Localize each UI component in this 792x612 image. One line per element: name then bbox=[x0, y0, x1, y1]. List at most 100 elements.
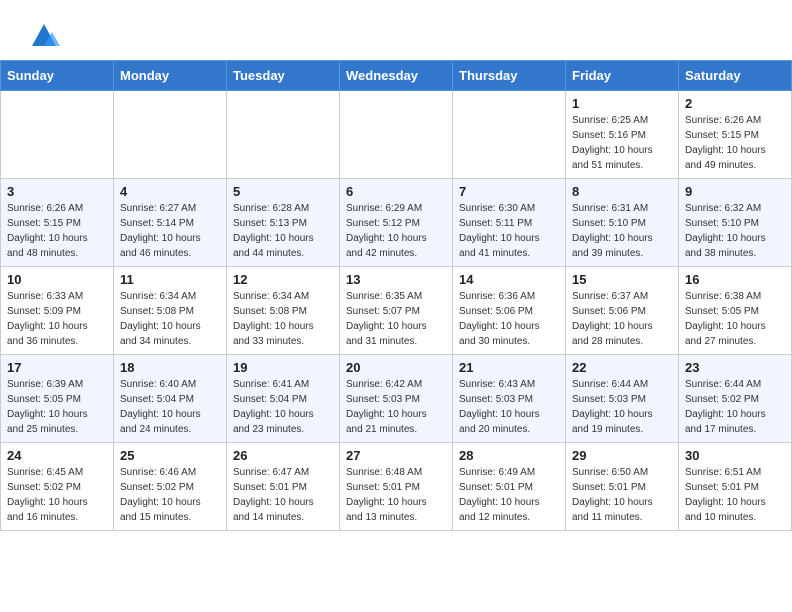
day-info: Sunrise: 6:49 AMSunset: 5:01 PMDaylight:… bbox=[459, 465, 559, 525]
calendar-week-3: 10 Sunrise: 6:33 AMSunset: 5:09 PMDayligh… bbox=[1, 267, 792, 355]
day-info: Sunrise: 6:40 AMSunset: 5:04 PMDaylight:… bbox=[120, 377, 220, 437]
day-number: 27 bbox=[346, 448, 446, 463]
calendar-cell: 13 Sunrise: 6:35 AMSunset: 5:07 PMDayligh… bbox=[340, 267, 453, 355]
calendar-cell: 8 Sunrise: 6:31 AMSunset: 5:10 PMDaylight… bbox=[566, 179, 679, 267]
day-number: 30 bbox=[685, 448, 785, 463]
day-info: Sunrise: 6:26 AMSunset: 5:15 PMDaylight:… bbox=[685, 113, 785, 173]
weekday-header-wednesday: Wednesday bbox=[340, 61, 453, 91]
day-info: Sunrise: 6:38 AMSunset: 5:05 PMDaylight:… bbox=[685, 289, 785, 349]
day-number: 1 bbox=[572, 96, 672, 111]
weekday-header-monday: Monday bbox=[114, 61, 227, 91]
calendar-cell: 24Sunrise: 6:45 AMSunset: 5:02 PMDayligh… bbox=[1, 443, 114, 531]
day-info: Sunrise: 6:35 AMSunset: 5:07 PMDaylight:… bbox=[346, 289, 446, 349]
calendar-cell: 16 Sunrise: 6:38 AMSunset: 5:05 PMDayligh… bbox=[679, 267, 792, 355]
calendar-cell bbox=[227, 91, 340, 179]
day-info: Sunrise: 6:42 AMSunset: 5:03 PMDaylight:… bbox=[346, 377, 446, 437]
calendar-cell: 4 Sunrise: 6:27 AMSunset: 5:14 PMDaylight… bbox=[114, 179, 227, 267]
calendar-cell: 10 Sunrise: 6:33 AMSunset: 5:09 PMDayligh… bbox=[1, 267, 114, 355]
day-info: Sunrise: 6:31 AMSunset: 5:10 PMDaylight:… bbox=[572, 201, 672, 261]
calendar-cell: 9 Sunrise: 6:32 AMSunset: 5:10 PMDaylight… bbox=[679, 179, 792, 267]
day-number: 25 bbox=[120, 448, 220, 463]
day-number: 20 bbox=[346, 360, 446, 375]
day-number: 14 bbox=[459, 272, 559, 287]
day-number: 5 bbox=[233, 184, 333, 199]
calendar-cell: 15 Sunrise: 6:37 AMSunset: 5:06 PMDayligh… bbox=[566, 267, 679, 355]
calendar-cell bbox=[453, 91, 566, 179]
calendar-cell: 11 Sunrise: 6:34 AMSunset: 5:08 PMDayligh… bbox=[114, 267, 227, 355]
weekday-header-row: SundayMondayTuesdayWednesdayThursdayFrid… bbox=[1, 61, 792, 91]
calendar-cell: 19 Sunrise: 6:41 AMSunset: 5:04 PMDayligh… bbox=[227, 355, 340, 443]
day-info: Sunrise: 6:29 AMSunset: 5:12 PMDaylight:… bbox=[346, 201, 446, 261]
day-number: 29 bbox=[572, 448, 672, 463]
calendar-cell: 7Sunrise: 6:30 AMSunset: 5:11 PMDaylight… bbox=[453, 179, 566, 267]
calendar-cell: 1 Sunrise: 6:25 AMSunset: 5:16 PMDaylight… bbox=[566, 91, 679, 179]
day-number: 8 bbox=[572, 184, 672, 199]
calendar-week-5: 24Sunrise: 6:45 AMSunset: 5:02 PMDayligh… bbox=[1, 443, 792, 531]
day-number: 21 bbox=[459, 360, 559, 375]
day-info: Sunrise: 6:36 AMSunset: 5:06 PMDaylight:… bbox=[459, 289, 559, 349]
day-number: 28 bbox=[459, 448, 559, 463]
weekday-header-tuesday: Tuesday bbox=[227, 61, 340, 91]
calendar-cell: 29 Sunrise: 6:50 AMSunset: 5:01 PMDayligh… bbox=[566, 443, 679, 531]
day-info: Sunrise: 6:50 AMSunset: 5:01 PMDaylight:… bbox=[572, 465, 672, 525]
day-info: Sunrise: 6:27 AMSunset: 5:14 PMDaylight:… bbox=[120, 201, 220, 261]
calendar-cell: 20 Sunrise: 6:42 AMSunset: 5:03 PMDayligh… bbox=[340, 355, 453, 443]
day-info: Sunrise: 6:51 AMSunset: 5:01 PMDaylight:… bbox=[685, 465, 785, 525]
day-info: Sunrise: 6:37 AMSunset: 5:06 PMDaylight:… bbox=[572, 289, 672, 349]
calendar-week-4: 17Sunrise: 6:39 AMSunset: 5:05 PMDayligh… bbox=[1, 355, 792, 443]
page-header bbox=[0, 0, 792, 60]
day-info: Sunrise: 6:34 AMSunset: 5:08 PMDaylight:… bbox=[233, 289, 333, 349]
calendar-cell bbox=[340, 91, 453, 179]
day-info: Sunrise: 6:47 AMSunset: 5:01 PMDaylight:… bbox=[233, 465, 333, 525]
day-info: Sunrise: 6:48 AMSunset: 5:01 PMDaylight:… bbox=[346, 465, 446, 525]
day-info: Sunrise: 6:44 AMSunset: 5:02 PMDaylight:… bbox=[685, 377, 785, 437]
calendar-cell: 21 Sunrise: 6:43 AMSunset: 5:03 PMDayligh… bbox=[453, 355, 566, 443]
day-number: 18 bbox=[120, 360, 220, 375]
day-number: 26 bbox=[233, 448, 333, 463]
calendar-cell: 14 Sunrise: 6:36 AMSunset: 5:06 PMDayligh… bbox=[453, 267, 566, 355]
day-number: 19 bbox=[233, 360, 333, 375]
weekday-header-friday: Friday bbox=[566, 61, 679, 91]
day-info: Sunrise: 6:41 AMSunset: 5:04 PMDaylight:… bbox=[233, 377, 333, 437]
day-info: Sunrise: 6:32 AMSunset: 5:10 PMDaylight:… bbox=[685, 201, 785, 261]
calendar-cell: 5 Sunrise: 6:28 AMSunset: 5:13 PMDaylight… bbox=[227, 179, 340, 267]
calendar-cell bbox=[114, 91, 227, 179]
day-info: Sunrise: 6:34 AMSunset: 5:08 PMDaylight:… bbox=[120, 289, 220, 349]
calendar-cell: 18 Sunrise: 6:40 AMSunset: 5:04 PMDayligh… bbox=[114, 355, 227, 443]
day-info: Sunrise: 6:46 AMSunset: 5:02 PMDaylight:… bbox=[120, 465, 220, 525]
calendar-cell bbox=[1, 91, 114, 179]
logo-icon bbox=[28, 18, 60, 50]
day-info: Sunrise: 6:33 AMSunset: 5:09 PMDaylight:… bbox=[7, 289, 107, 349]
day-info: Sunrise: 6:28 AMSunset: 5:13 PMDaylight:… bbox=[233, 201, 333, 261]
day-info: Sunrise: 6:25 AMSunset: 5:16 PMDaylight:… bbox=[572, 113, 672, 173]
calendar-cell: 28 Sunrise: 6:49 AMSunset: 5:01 PMDayligh… bbox=[453, 443, 566, 531]
calendar-table: SundayMondayTuesdayWednesdayThursdayFrid… bbox=[0, 60, 792, 531]
day-number: 6 bbox=[346, 184, 446, 199]
logo bbox=[24, 18, 60, 50]
day-info: Sunrise: 6:39 AMSunset: 5:05 PMDaylight:… bbox=[7, 377, 107, 437]
calendar-cell: 22 Sunrise: 6:44 AMSunset: 5:03 PMDayligh… bbox=[566, 355, 679, 443]
day-number: 10 bbox=[7, 272, 107, 287]
calendar-cell: 3Sunrise: 6:26 AMSunset: 5:15 PMDaylight… bbox=[1, 179, 114, 267]
day-number: 13 bbox=[346, 272, 446, 287]
weekday-header-thursday: Thursday bbox=[453, 61, 566, 91]
calendar-cell: 25 Sunrise: 6:46 AMSunset: 5:02 PMDayligh… bbox=[114, 443, 227, 531]
day-number: 9 bbox=[685, 184, 785, 199]
day-info: Sunrise: 6:43 AMSunset: 5:03 PMDaylight:… bbox=[459, 377, 559, 437]
day-number: 24 bbox=[7, 448, 107, 463]
day-number: 12 bbox=[233, 272, 333, 287]
calendar-cell: 26 Sunrise: 6:47 AMSunset: 5:01 PMDayligh… bbox=[227, 443, 340, 531]
day-number: 16 bbox=[685, 272, 785, 287]
calendar-week-1: 1 Sunrise: 6:25 AMSunset: 5:16 PMDaylight… bbox=[1, 91, 792, 179]
day-number: 2 bbox=[685, 96, 785, 111]
weekday-header-sunday: Sunday bbox=[1, 61, 114, 91]
day-number: 3 bbox=[7, 184, 107, 199]
day-number: 4 bbox=[120, 184, 220, 199]
calendar-cell: 30 Sunrise: 6:51 AMSunset: 5:01 PMDayligh… bbox=[679, 443, 792, 531]
day-number: 7 bbox=[459, 184, 559, 199]
day-number: 15 bbox=[572, 272, 672, 287]
day-number: 11 bbox=[120, 272, 220, 287]
day-info: Sunrise: 6:44 AMSunset: 5:03 PMDaylight:… bbox=[572, 377, 672, 437]
day-number: 23 bbox=[685, 360, 785, 375]
day-number: 22 bbox=[572, 360, 672, 375]
